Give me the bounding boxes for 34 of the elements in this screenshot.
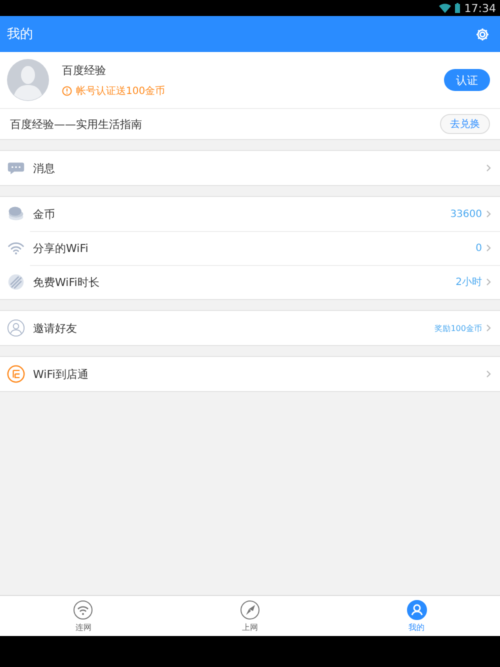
tab[interactable]: 上网: [166, 596, 334, 636]
chevron-icon: [486, 164, 492, 172]
user-name: 百度经验: [62, 62, 107, 78]
chevron-icon: [486, 370, 492, 378]
people-icon: [7, 319, 25, 337]
list-item[interactable]: 免费WiFi时长 2小时: [0, 265, 500, 299]
list-item[interactable]: 分享的WiFi 0: [0, 231, 500, 265]
chevron-icon: [486, 210, 492, 218]
shop-icon: [7, 365, 25, 383]
page-title: 我的: [7, 26, 33, 43]
verify-notice: 帐号认证送100金币: [76, 84, 166, 98]
list-item[interactable]: 消息: [0, 151, 500, 185]
slogan-text: 百度经验——实用生活指南: [10, 116, 142, 132]
item-value: 0: [476, 242, 482, 254]
item-value: 33600: [450, 208, 482, 220]
chevron-icon: [486, 278, 492, 286]
settings-icon[interactable]: [475, 26, 490, 42]
wifi-icon: [73, 600, 94, 620]
tab[interactable]: 连网: [0, 596, 167, 636]
status-time: 17:34: [464, 2, 496, 14]
item-value: 奖励100金币: [434, 322, 482, 334]
list-item[interactable]: 金币 33600: [0, 197, 500, 231]
info-icon: [62, 86, 72, 96]
tab[interactable]: 我的: [333, 596, 500, 636]
striped-globe-icon: [7, 273, 25, 291]
battery-icon: [455, 3, 460, 13]
coins-icon: [7, 205, 25, 223]
chevron-icon: [486, 324, 492, 332]
list-item[interactable]: 邀请好友 奖励100金币: [0, 311, 500, 345]
list-item[interactable]: WiFi到店通: [0, 357, 500, 391]
item-value: 2小时: [456, 276, 482, 289]
wifi-signal-icon: [439, 3, 452, 13]
chevron-icon: [486, 244, 492, 252]
person-icon: [406, 600, 427, 620]
